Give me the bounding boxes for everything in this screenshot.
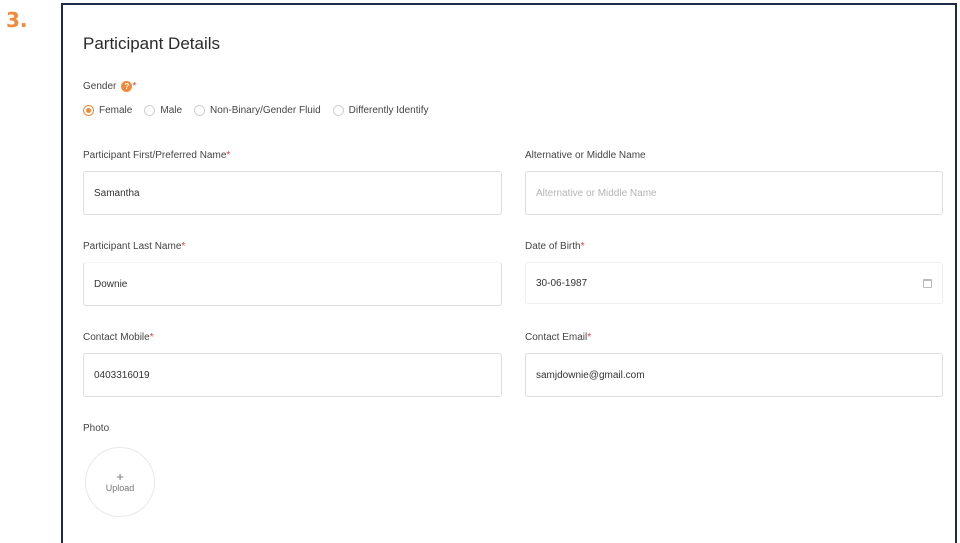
gender-label: Gender <box>83 81 117 92</box>
section-title: Participant Details <box>83 34 221 53</box>
email-label: Contact Email* <box>525 332 591 343</box>
mobile-label-text: Contact Mobile <box>83 332 150 343</box>
step-number: 3. <box>6 8 28 32</box>
gender-option-label: Female <box>99 105 133 116</box>
radio-button-non-binary[interactable] <box>194 105 206 116</box>
mobile-label: Contact Mobile* <box>83 332 154 343</box>
gender-option-label: Differently Identify <box>348 105 429 116</box>
gender-option-differently-identify[interactable]: Differently Identify <box>332 105 429 116</box>
first-name-label-text: Participant First/Preferred Name <box>83 150 227 161</box>
middle-name-input[interactable]: Alternative or Middle Name <box>525 171 943 215</box>
email-input[interactable]: samjdownie@gmail.com <box>525 353 943 397</box>
required-mark: * <box>149 332 154 343</box>
last-name-label: Participant Last Name* <box>83 241 185 252</box>
photo-label: Photo <box>83 423 110 434</box>
required-mark: * <box>132 81 137 92</box>
last-name-label-text: Participant Last Name <box>83 241 182 252</box>
upload-label: Upload <box>105 483 135 493</box>
dob-input[interactable]: 30-06-1987 <box>525 262 943 304</box>
upload-button[interactable]: + Upload <box>85 447 155 517</box>
help-icon[interactable]: ? <box>121 81 133 92</box>
required-mark: * <box>226 150 231 161</box>
radio-button-differently-identify[interactable] <box>332 105 344 116</box>
gender-option-label: Male <box>160 105 183 116</box>
required-mark: * <box>580 241 585 252</box>
radio-button-male[interactable] <box>144 105 156 116</box>
gender-option-male[interactable]: Male <box>144 105 182 116</box>
middle-name-label: Alternative or Middle Name <box>525 150 646 161</box>
dob-label-text: Date of Birth <box>525 241 581 252</box>
first-name-input[interactable]: Samantha <box>83 171 502 215</box>
email-label-text: Contact Email <box>525 332 588 343</box>
dob-value: 30-06-1987 <box>536 277 588 289</box>
gender-option-non-binary[interactable]: Non-Binary/Gender Fluid <box>194 105 321 116</box>
calendar-icon[interactable] <box>923 279 932 288</box>
radio-button-female[interactable] <box>83 105 94 116</box>
dob-label: Date of Birth* <box>525 241 585 252</box>
gender-label-row: Gender ? * <box>83 81 136 92</box>
required-mark: * <box>181 241 186 252</box>
gender-option-label: Non-Binary/Gender Fluid <box>210 105 321 116</box>
first-name-label: Participant First/Preferred Name* <box>83 150 230 161</box>
participant-details-panel: Participant Details Gender ? * Female Ma… <box>61 3 957 543</box>
mobile-input[interactable]: 0403316019 <box>83 353 502 397</box>
gender-radio-group: Female Male Non-Binary/Gender Fluid Diff… <box>83 105 441 116</box>
gender-option-female[interactable]: Female <box>83 105 132 116</box>
required-mark: * <box>587 332 592 343</box>
plus-icon: + <box>116 469 124 484</box>
last-name-input[interactable]: Downie <box>83 262 502 306</box>
